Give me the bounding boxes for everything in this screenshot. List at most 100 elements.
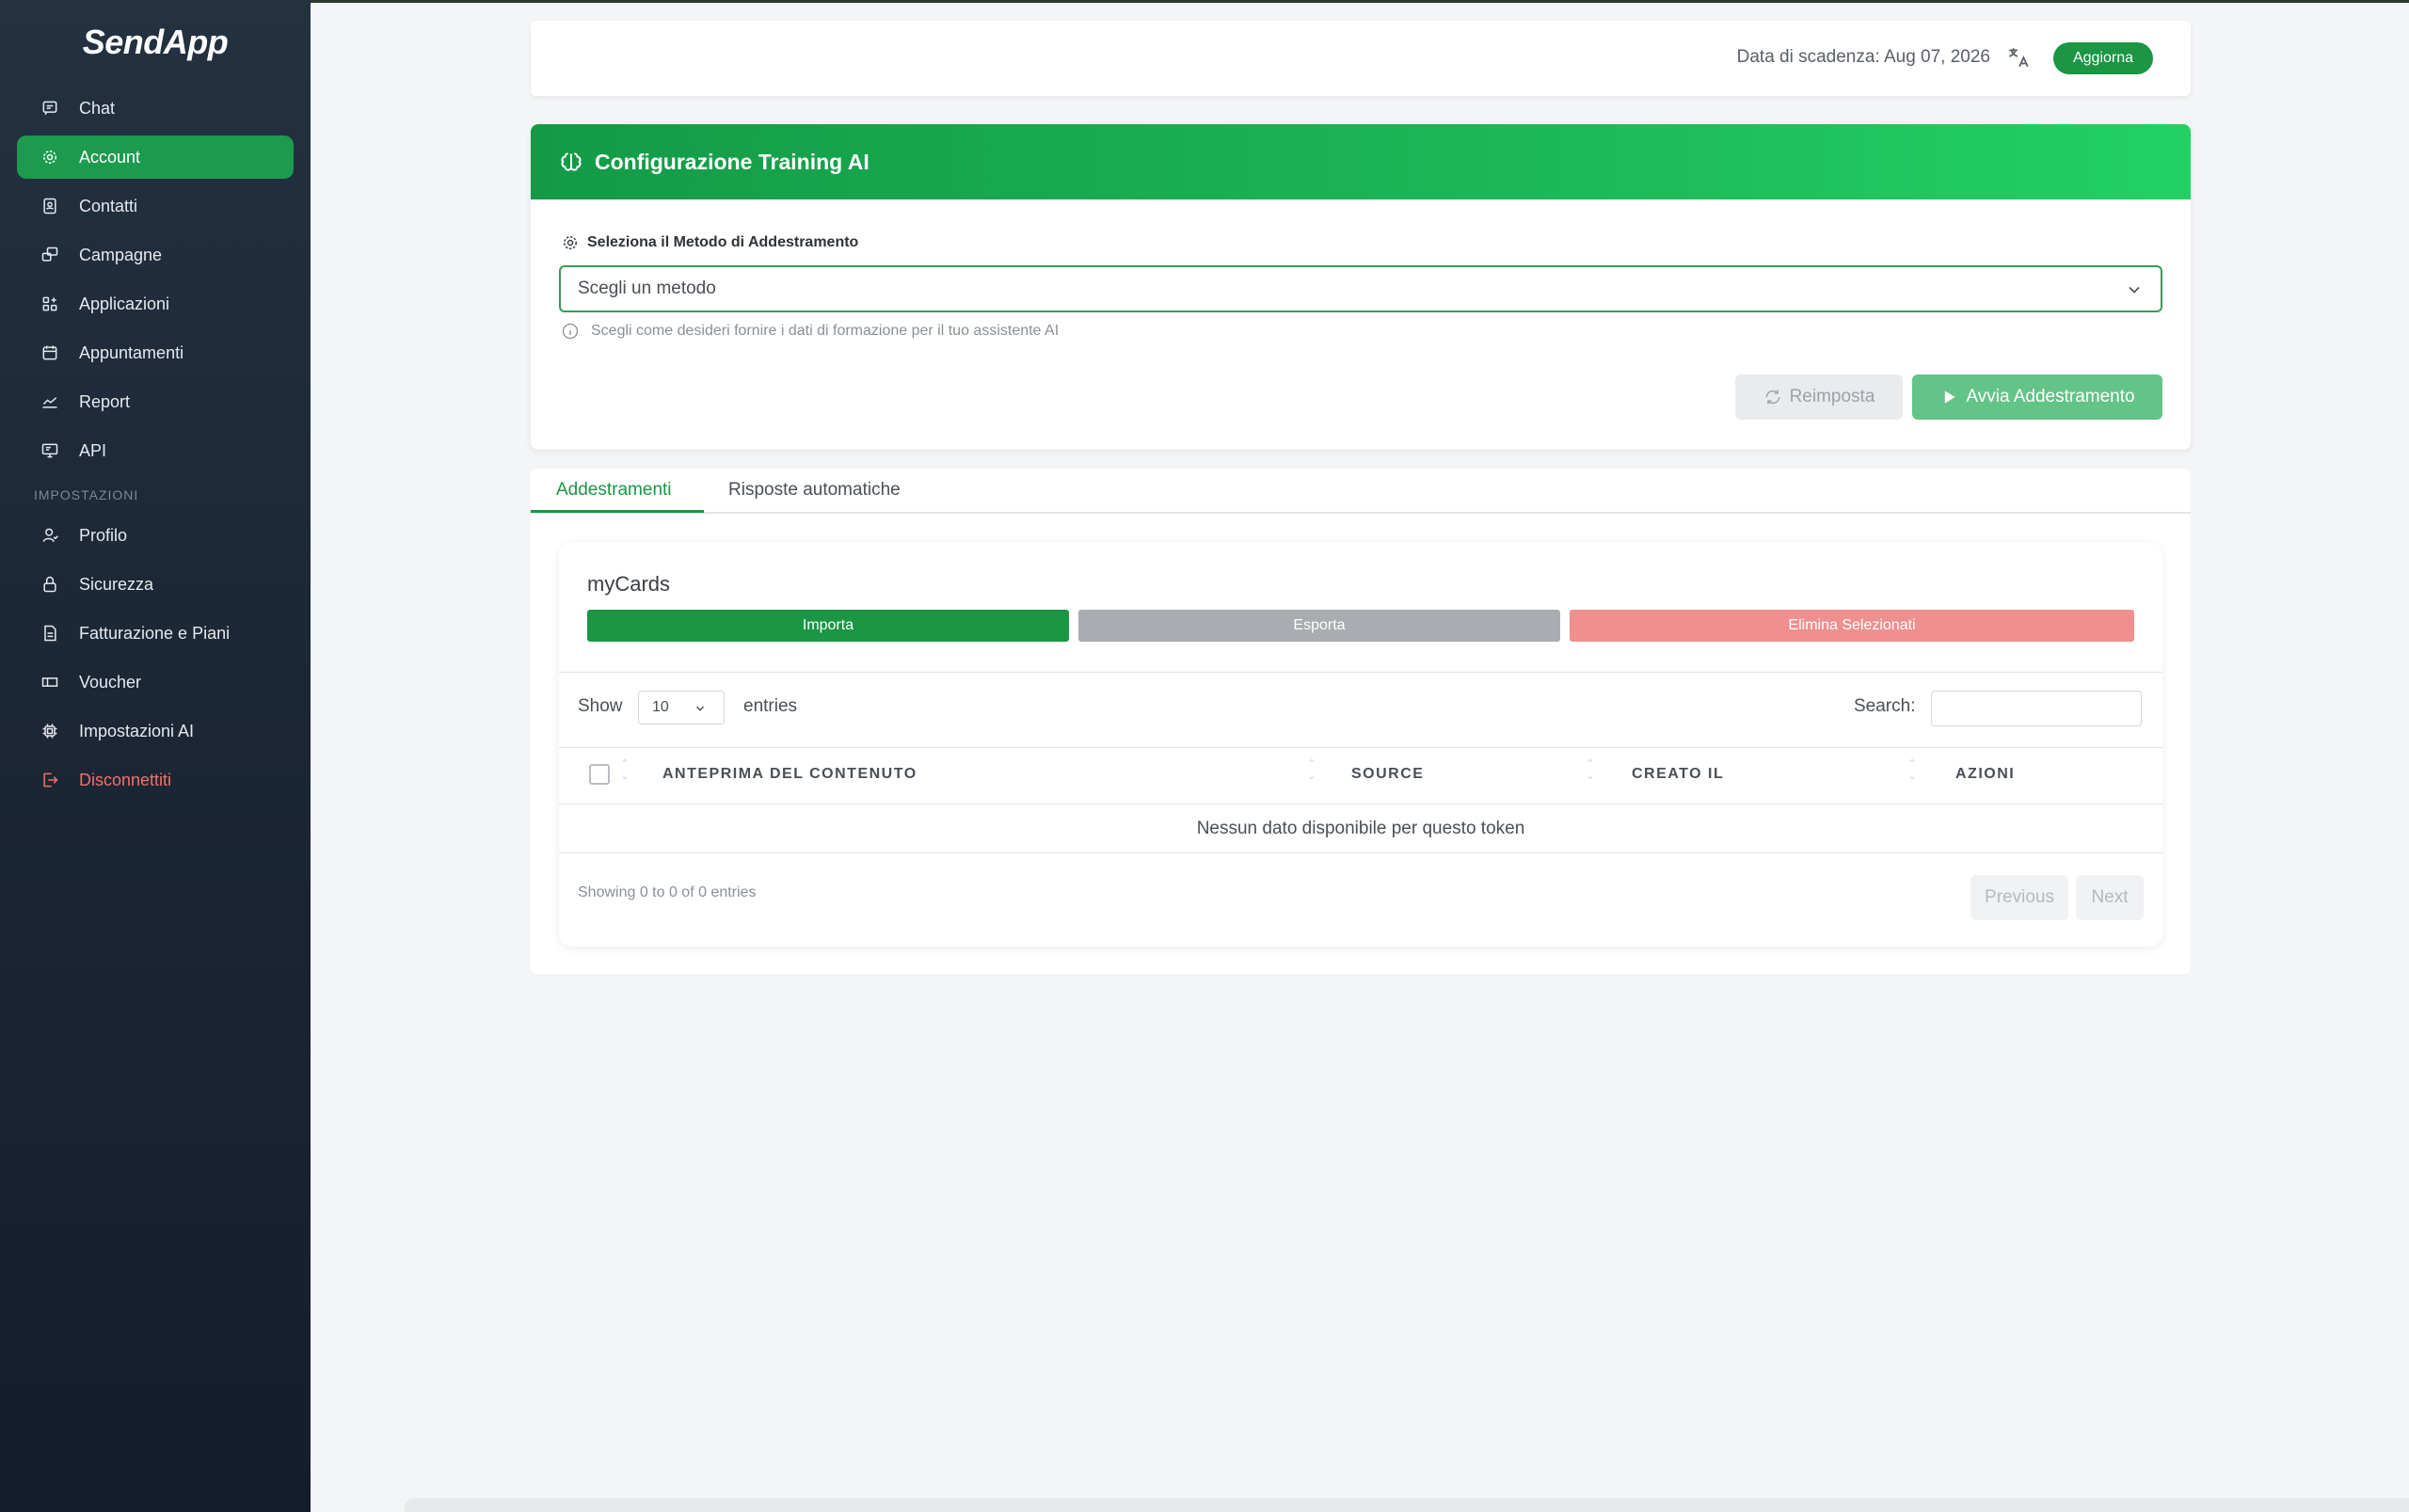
- tab-risposte-automatiche[interactable]: Risposte automatiche: [728, 480, 901, 501]
- sidebar-item-applicazioni[interactable]: Applicazioni: [17, 282, 294, 326]
- gear-icon: [564, 236, 577, 249]
- sort-icon[interactable]: ⌃ ⌄: [619, 758, 630, 792]
- entries-label: entries: [743, 696, 798, 716]
- sidebar: SendApp Chat Account Contatti Campagne A…: [0, 0, 311, 1512]
- next-button[interactable]: Next: [2076, 875, 2144, 920]
- monitor-icon: [40, 440, 60, 461]
- reset-button-label: Reimposta: [1789, 387, 1875, 406]
- sidebar-item-profilo[interactable]: Profilo: [17, 514, 294, 557]
- apps-icon: [40, 294, 60, 314]
- chevron-down-icon: [2129, 286, 2140, 294]
- entries-select[interactable]: 10: [638, 691, 725, 724]
- entries-select-value: 10: [652, 699, 669, 715]
- refresh-icon: [1765, 390, 1779, 405]
- chat-icon: [40, 98, 60, 119]
- chart-icon: [40, 391, 60, 412]
- sidebar-section-label: IMPOSTAZIONI: [34, 487, 139, 502]
- sidebar-item-contatti[interactable]: Contatti: [17, 184, 294, 228]
- sidebar-item-appuntamenti[interactable]: Appuntamenti: [17, 331, 294, 374]
- sidebar-item-label: Chat: [79, 98, 116, 118]
- sidebar-item-label: Account: [79, 147, 141, 167]
- sidebar-item-chat[interactable]: Chat: [17, 87, 294, 130]
- reset-button[interactable]: Reimposta: [1735, 374, 1903, 420]
- logout-icon: [40, 770, 60, 790]
- import-button[interactable]: Importa: [587, 610, 1069, 642]
- pagination-info: Showing 0 to 0 of 0 entries: [578, 884, 757, 900]
- export-button[interactable]: Esporta: [1078, 610, 1560, 642]
- expiry-date: Data di scadenza: Aug 07, 2026: [1736, 47, 1990, 67]
- sidebar-item-label: Sicurezza: [79, 574, 154, 594]
- brain-icon: [561, 152, 582, 171]
- active-tab-indicator: [531, 510, 704, 513]
- sidebar-item-api[interactable]: API: [17, 429, 294, 472]
- sidebar-item-disconnettiti[interactable]: Disconnettiti: [17, 758, 294, 802]
- tab-addestramenti[interactable]: Addestramenti: [556, 480, 672, 501]
- sidebar-item-account[interactable]: Account: [17, 135, 294, 179]
- method-select-value: Scegli un metodo: [578, 279, 716, 298]
- sidebar-item-campagne[interactable]: Campagne: [17, 233, 294, 277]
- column-header-source[interactable]: SOURCE: [1351, 766, 1424, 783]
- sidebar-item-label: Applicazioni: [79, 294, 170, 313]
- user-icon: [40, 525, 60, 546]
- sidebar-item-label: Contatti: [79, 196, 138, 215]
- sidebar-item-sicurezza[interactable]: Sicurezza: [17, 563, 294, 606]
- sidebar-item-label: Impostazioni AI: [79, 721, 195, 740]
- method-label: Seleziona il Metodo di Addestramento: [561, 233, 858, 252]
- calendar-icon: [40, 342, 60, 363]
- start-training-button[interactable]: Avvia Addestramento: [1912, 374, 2162, 420]
- lock-icon: [40, 574, 60, 595]
- search-input[interactable]: [1931, 691, 2142, 726]
- method-hint-text: Scegli come desideri fornire i dati di f…: [591, 323, 1060, 339]
- show-label: Show: [578, 696, 623, 716]
- select-all-checkbox[interactable]: [589, 764, 610, 785]
- column-header-created[interactable]: CREATO IL: [1632, 766, 1724, 783]
- column-header-preview[interactable]: ANTEPRIMA DEL CONTENUTO: [662, 766, 917, 783]
- search-label: Search:: [1854, 696, 1916, 716]
- info-icon: [562, 323, 579, 340]
- method-hint: Scegli come desideri fornire i dati di f…: [561, 322, 1059, 341]
- training-title: Configurazione Training AI: [595, 149, 869, 174]
- app-logo: SendApp: [82, 23, 229, 61]
- invoice-icon: [40, 623, 60, 644]
- sidebar-item-label: API: [79, 440, 107, 460]
- sidebar-item-report[interactable]: Report: [17, 380, 294, 423]
- window-top-border: [311, 0, 2409, 3]
- empty-table-message: Nessun dato disponibile per questo token: [1196, 819, 1525, 838]
- method-label-text: Seleziona il Metodo di Addestramento: [587, 234, 859, 250]
- play-icon: [1945, 390, 1956, 404]
- sidebar-item-voucher[interactable]: Voucher: [17, 661, 294, 704]
- sort-icon[interactable]: ⌃ ⌄: [1306, 758, 1317, 792]
- sort-icon[interactable]: ⌃ ⌄: [1585, 758, 1596, 792]
- sidebar-item-label: Fatturazione e Piani: [79, 623, 231, 643]
- mycards-title: myCards: [587, 572, 671, 596]
- sidebar-item-label: Campagne: [79, 245, 163, 264]
- ticket-icon: [40, 672, 60, 692]
- trainings-panel: Addestramenti Risposte automatiche myCar…: [531, 469, 2191, 974]
- previous-button[interactable]: Previous: [1970, 875, 2068, 920]
- chevron-down-icon: [696, 706, 704, 711]
- translate-icon[interactable]: [2006, 45, 2031, 70]
- bottom-scroll-area: [405, 1498, 2409, 1512]
- start-button-label: Avvia Addestramento: [1966, 387, 2135, 406]
- table-header-top-border: [559, 747, 2162, 748]
- training-header: Configurazione Training AI: [531, 124, 2191, 199]
- gear-icon: [40, 147, 60, 167]
- chip-icon: [40, 721, 60, 741]
- method-select[interactable]: Scegli un metodo: [559, 265, 2162, 312]
- sidebar-item-label: Profilo: [79, 525, 128, 545]
- top-bar: Data di scadenza: Aug 07, 2026 Aggiorna: [531, 21, 2191, 96]
- tab-bar: Addestramenti Risposte automatiche: [531, 469, 2191, 514]
- sidebar-item-label: Disconnettiti: [79, 770, 172, 789]
- delete-selected-button[interactable]: Elimina Selezionati: [1570, 610, 2134, 642]
- sidebar-item-label: Report: [79, 391, 131, 411]
- sort-icon[interactable]: ⌃ ⌄: [1906, 758, 1918, 792]
- sidebar-item-label: Voucher: [79, 672, 142, 692]
- update-button[interactable]: Aggiorna: [2053, 42, 2153, 74]
- campaign-icon: [40, 245, 60, 265]
- sidebar-item-impostazioni-ai[interactable]: Impostazioni AI: [17, 709, 294, 753]
- mycards-card: myCards Importa Esporta Elimina Selezion…: [559, 542, 2162, 947]
- contacts-icon: [40, 196, 60, 216]
- table-bottom-border: [559, 852, 2162, 853]
- sidebar-item-fatturazione[interactable]: Fatturazione e Piani: [17, 612, 294, 655]
- divider: [559, 672, 2162, 673]
